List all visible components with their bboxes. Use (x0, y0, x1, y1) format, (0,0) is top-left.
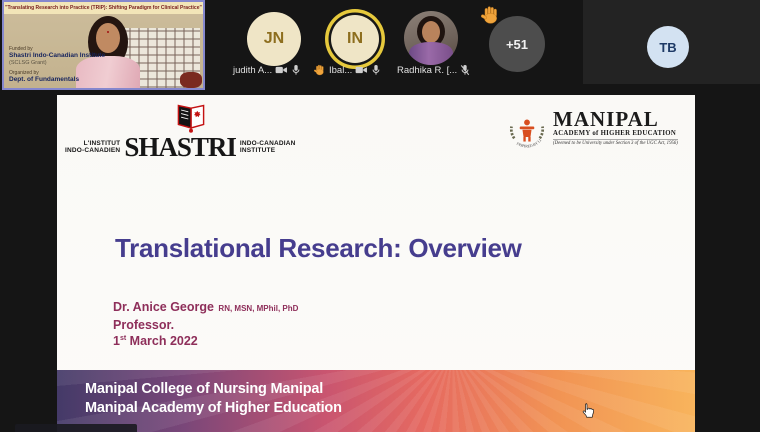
author-credentials: RN, MSN, MPhil, PhD (218, 304, 298, 313)
participant-name: Radhika R. [... (397, 65, 457, 76)
author-role: Professor. (113, 318, 298, 332)
shared-screen-slide: L'INSTITUT INDO-CANADIEN SHASTRI INDO-CA… (57, 95, 695, 432)
building-foliage (180, 72, 202, 88)
shastri-right-bottom: INSTITUTE (240, 147, 296, 154)
presenter-sari (76, 56, 140, 90)
raised-hand-icon (314, 64, 326, 76)
avatar-ibal-active-speaker[interactable]: IN (331, 15, 379, 63)
webinar-banner-text: "Translating Research into Practice (TRI… (4, 2, 203, 14)
author-name: Dr. Anice George (113, 300, 214, 314)
avatar-judith[interactable]: JN (247, 12, 301, 66)
participant-label-ibal: Ibal... (314, 63, 381, 77)
mic-icon (371, 64, 381, 76)
footer-line-1: Manipal College of Nursing Manipal (85, 381, 323, 397)
bottom-overlay-bar (15, 424, 137, 432)
shastri-right-top: INDO-CANADIAN (240, 140, 296, 147)
presenter-face (96, 23, 120, 53)
manipal-tagline: ACADEMY of HIGHER EDUCATION (553, 130, 678, 137)
shastri-left-bottom: INDO-CANADIEN (65, 147, 120, 154)
avatar-tb[interactable]: TB (647, 26, 689, 68)
organized-by-value: Dept. of Fundamentals (9, 76, 79, 83)
presenter-bindi (107, 31, 109, 33)
mic-icon (291, 64, 301, 76)
raised-hand-icon (481, 5, 501, 25)
avatar-radhika-photo[interactable] (404, 11, 458, 65)
participant-label-radhika: Radhika R. [... (397, 63, 470, 77)
shastri-logo-text: L'INSTITUT INDO-CANADIEN SHASTRI INDO-CA… (65, 135, 296, 159)
shastri-book-logo-icon (173, 103, 209, 135)
avatar-tb-initials: TB (659, 40, 676, 55)
radhika-face (422, 21, 440, 43)
mic-muted-icon (460, 64, 470, 76)
meeting-window: "Translating Research into Practice (TRI… (0, 0, 760, 432)
shastri-wordmark: SHASTRI (124, 135, 236, 159)
radhika-dress (409, 42, 453, 65)
date-day: 1 (113, 334, 120, 348)
date-rest: March 2022 (126, 334, 198, 348)
funded-by-value: Shastri Indo-Canadian Institute (9, 52, 105, 59)
hand-pointer-cursor (581, 402, 594, 419)
grant-note: (SCLSG Grant) (9, 60, 47, 66)
shastri-left-top: L'INSTITUT (65, 140, 120, 147)
overflow-count: +51 (506, 37, 528, 52)
camera-icon (355, 65, 368, 75)
participant-label-judith: judith A... (233, 63, 301, 77)
presentation-date: 1st March 2022 (113, 334, 298, 348)
manipal-deemed-note: (Deemed to be University under Section 3… (553, 139, 678, 146)
participant-name: Ibal... (329, 65, 352, 76)
manipal-emblem-icon: INSPIRED BY LIFE (507, 109, 547, 155)
author-block: Dr. Anice George RN, MSN, MPhil, PhD Pro… (113, 298, 298, 348)
slide-title: Translational Research: Overview (115, 233, 522, 264)
footer-line-2: Manipal Academy of Higher Education (85, 400, 342, 416)
avatar-ibal-initials: IN (347, 30, 363, 48)
participant-name: judith A... (233, 65, 272, 76)
manipal-wordmark: MANIPAL (553, 109, 678, 129)
manipal-logo: INSPIRED BY LIFE MANIPAL ACADEMY of HIGH… (507, 109, 678, 155)
slide-footer-banner: Manipal College of Nursing Manipal Manip… (57, 370, 695, 432)
camera-icon (275, 65, 288, 75)
avatar-judith-initials: JN (264, 30, 284, 48)
presenter-video-tile[interactable]: "Translating Research into Practice (TRI… (2, 0, 205, 90)
